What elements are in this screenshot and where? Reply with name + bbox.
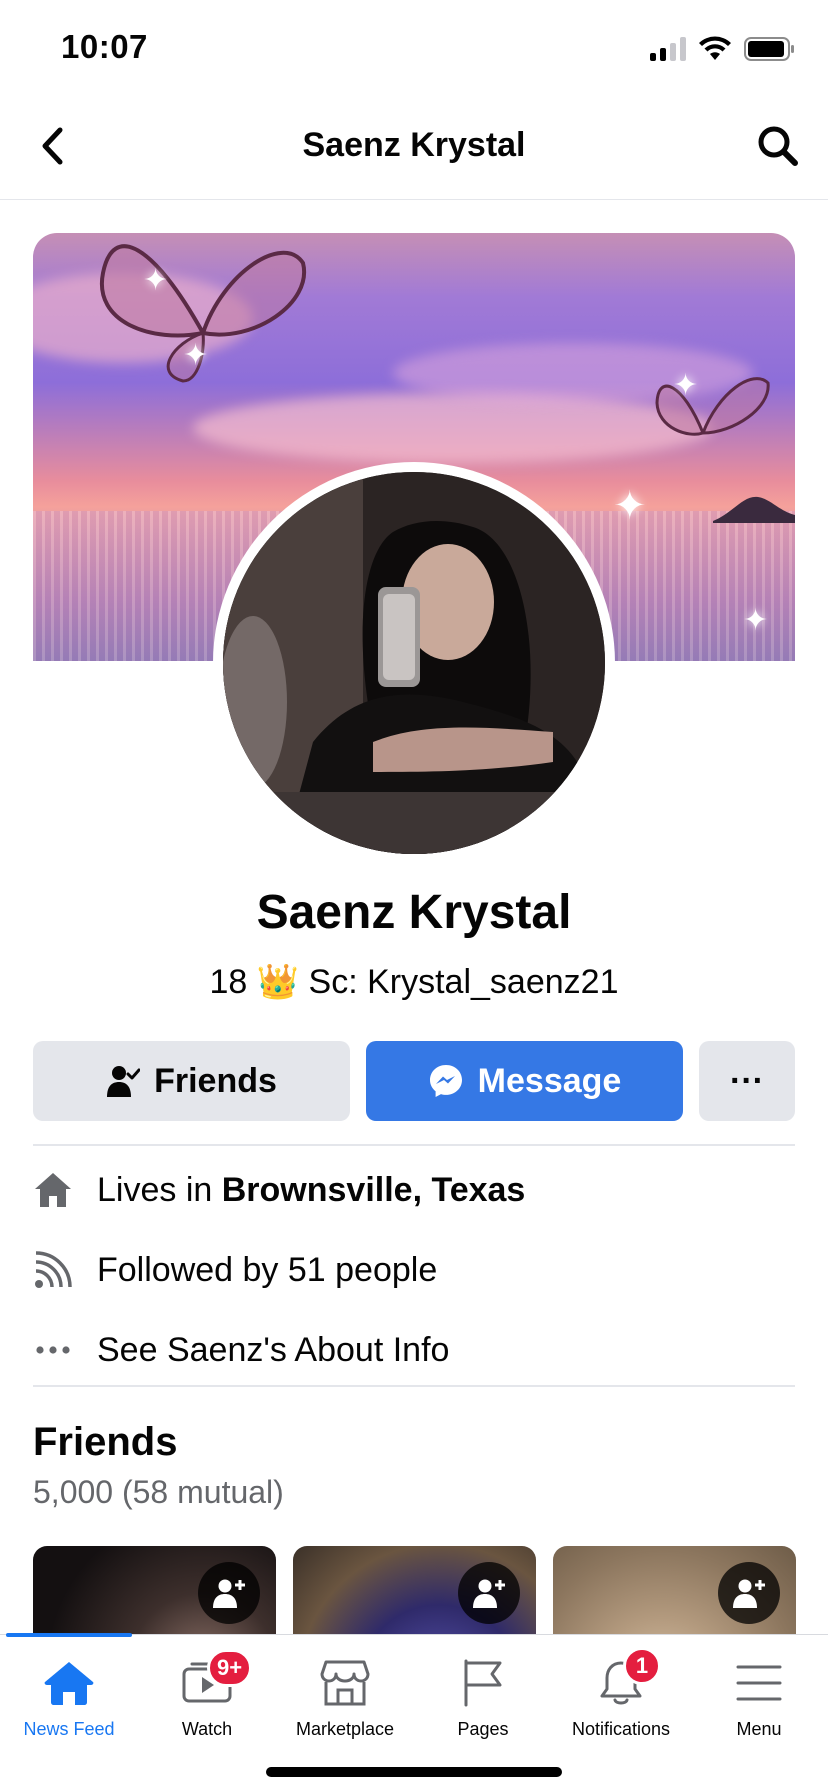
profile-screen: 10:07 Saenz Krystal ✦ ✦ ✦ ✦ ✦ Saenz Krys… (0, 0, 828, 1792)
add-friend-icon (213, 1579, 245, 1608)
search-icon (758, 126, 798, 166)
sparkle-graphic: ✦ (613, 484, 647, 528)
watch-icon: 9+ (179, 1649, 253, 1709)
friends-button-label: Friends (154, 1061, 277, 1100)
info-row-lives-in[interactable]: Lives in Brownsville, Texas (33, 1160, 795, 1220)
add-friend-button[interactable] (458, 1562, 520, 1624)
tab-label: Marketplace (295, 1719, 395, 1739)
message-button-label: Message (477, 1061, 622, 1100)
message-button[interactable]: Message (366, 1041, 683, 1121)
ellipsis-icon (33, 1330, 73, 1370)
status-icons (650, 36, 796, 62)
status-time: 10:07 (61, 28, 148, 65)
lives-in-place: Brownsville, Texas (221, 1170, 526, 1209)
friends-section-title: Friends (33, 1420, 178, 1464)
profile-header: Saenz Krystal (0, 96, 828, 200)
profile-picture[interactable] (213, 462, 615, 864)
watch-badge: 9+ (207, 1649, 253, 1687)
add-friend-button[interactable] (718, 1562, 780, 1624)
person-check-icon (107, 1066, 141, 1097)
divider (33, 1385, 795, 1387)
rss-feed-icon (33, 1250, 73, 1290)
more-options-button[interactable]: ··· (699, 1041, 795, 1121)
profile-name: Saenz Krystal (256, 886, 572, 939)
pages-flag-icon (455, 1657, 511, 1709)
info-text-lives: Lives in Brownsville, Texas (97, 1171, 525, 1210)
home-icon (33, 1170, 73, 1210)
info-row-followers[interactable]: Followed by 51 people (33, 1240, 795, 1300)
tab-notifications[interactable]: 1 Notifications (552, 1635, 690, 1755)
profile-photo-graphic (223, 472, 605, 854)
avatar (223, 472, 605, 854)
tab-marketplace[interactable]: Marketplace (276, 1635, 414, 1755)
tab-label: Notifications (571, 1719, 671, 1739)
notifications-badge: 1 (623, 1647, 661, 1685)
tab-label: Watch (181, 1719, 233, 1739)
divider (33, 1144, 795, 1146)
info-text-followers: Followed by 51 people (97, 1250, 438, 1289)
wifi-icon (699, 36, 731, 60)
tab-label: Pages (457, 1719, 509, 1739)
sparkle-graphic: ✦ (143, 264, 169, 297)
sparkle-graphic: ✦ (743, 604, 769, 637)
friends-button[interactable]: Friends (33, 1041, 350, 1121)
add-friend-icon (473, 1579, 505, 1608)
search-button[interactable] (752, 120, 804, 172)
tab-menu[interactable]: Menu (690, 1635, 828, 1755)
tab-watch[interactable]: 9+ Watch (138, 1635, 276, 1755)
home-indicator (266, 1767, 562, 1777)
home-icon (41, 1657, 97, 1709)
profile-bio: 18 👑 Sc: Krystal_saenz21 (209, 963, 619, 1001)
add-friend-button[interactable] (198, 1562, 260, 1624)
cellular-signal-icon (650, 37, 686, 61)
sparkle-graphic: ✦ (673, 369, 699, 402)
bottom-tab-bar: News Feed 9+ Watch Marketplace Pages 1 N… (0, 1633, 828, 1792)
tab-news-feed[interactable]: News Feed (0, 1635, 138, 1755)
info-text-about: See Saenz's About Info (97, 1330, 450, 1369)
sparkle-graphic: ✦ (183, 339, 209, 372)
marketplace-icon (317, 1657, 373, 1709)
lives-in-prefix: Lives in (97, 1170, 222, 1209)
status-bar: 10:07 (0, 0, 828, 96)
island-graphic (713, 496, 795, 523)
battery-icon (744, 37, 794, 61)
menu-icon (731, 1657, 787, 1709)
butterfly-graphic-small (655, 377, 770, 436)
messenger-icon (429, 1065, 462, 1097)
bell-icon: 1 (593, 1647, 661, 1709)
info-row-about[interactable]: See Saenz's About Info (33, 1320, 795, 1380)
add-friend-icon (733, 1579, 765, 1608)
page-title: Saenz Krystal (302, 126, 526, 164)
tab-label: Menu (736, 1719, 782, 1739)
tab-label: News Feed (23, 1719, 115, 1739)
tab-pages[interactable]: Pages (414, 1635, 552, 1755)
friends-count[interactable]: 5,000 (58 mutual) (33, 1474, 284, 1511)
more-icon: ··· (730, 1061, 764, 1100)
